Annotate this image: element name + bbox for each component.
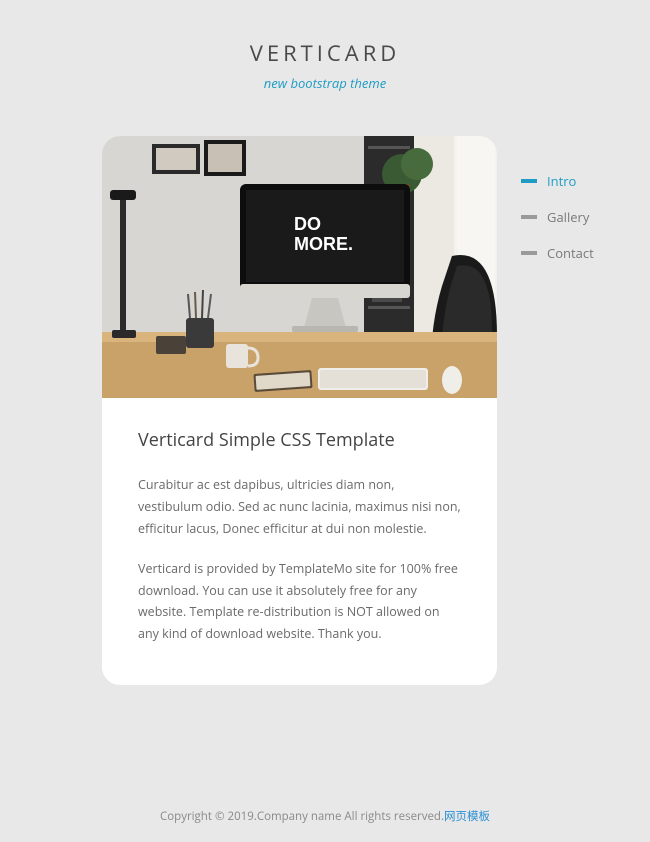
monitor-text-line2: MORE. [294,234,353,254]
dash-icon [521,251,537,255]
page-title: VERTICARD [0,38,650,68]
footer: Copyright © 2019.Company name All rights… [0,808,650,824]
content-row: DO MORE. [0,112,650,685]
card-body: Verticard Simple CSS Template Curabitur … [102,398,497,685]
card-paragraph: Curabitur ac est dapibus, ultricies diam… [138,474,461,540]
footer-link[interactable]: 网页模板 [444,809,490,824]
monitor-text-line1: DO [294,214,321,234]
footer-copyright: Copyright © 2019.Company name All rights… [160,809,444,824]
nav-item-gallery[interactable]: Gallery [521,208,631,226]
page-subtitle: new bootstrap theme [0,74,650,92]
nav-label: Gallery [547,208,589,226]
nav-item-contact[interactable]: Contact [521,244,631,262]
page-header: VERTICARD new bootstrap theme [0,0,650,112]
nav-item-intro[interactable]: Intro [521,172,631,190]
card-paragraph: Verticard is provided by TemplateMo site… [138,558,461,646]
card-heading: Verticard Simple CSS Template [138,428,461,452]
dash-icon [521,179,537,183]
nav-label: Contact [547,244,594,262]
intro-card: DO MORE. [102,136,497,685]
hero-image: DO MORE. [102,136,497,398]
side-nav: Intro Gallery Contact [521,172,631,280]
dash-icon [521,215,537,219]
nav-label: Intro [547,172,576,190]
